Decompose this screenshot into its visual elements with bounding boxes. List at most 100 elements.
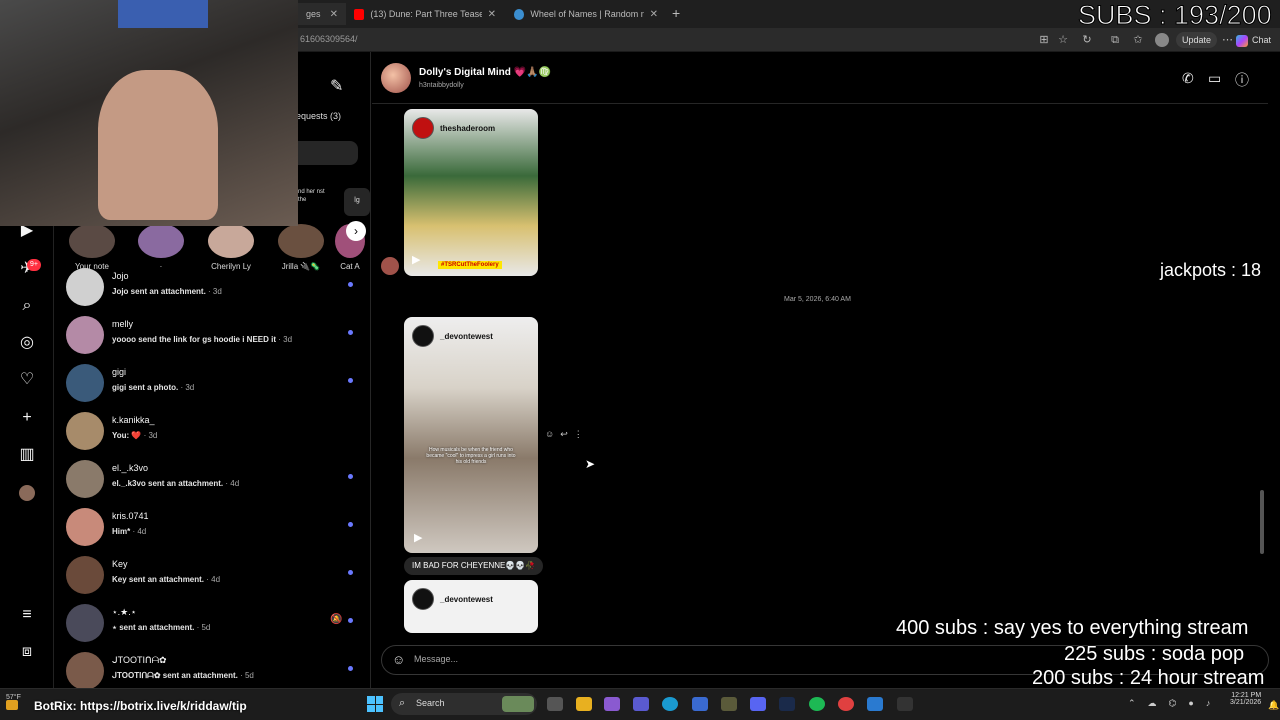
app-icon[interactable] bbox=[838, 697, 854, 711]
play-icon: ▶ bbox=[414, 532, 423, 544]
avatar[interactable] bbox=[381, 63, 411, 93]
steam-icon[interactable] bbox=[779, 697, 795, 711]
file-explorer-icon[interactable] bbox=[576, 697, 592, 711]
sub-goal: 400 subs : say yes to everything stream bbox=[896, 617, 1249, 639]
copilot-chat-button[interactable]: Chat bbox=[1236, 32, 1271, 48]
webcam-overlay bbox=[0, 0, 298, 226]
messages-badge: 9+ bbox=[27, 259, 41, 271]
info-icon[interactable]: ⓘ bbox=[1235, 70, 1249, 90]
shared-post[interactable]: _devontewest bbox=[404, 580, 538, 633]
app-icon[interactable] bbox=[897, 697, 913, 711]
chevron-right-icon[interactable]: › bbox=[346, 221, 366, 241]
conversation-item[interactable]: melly yoooo send the link for gs hoodie i… bbox=[66, 316, 366, 356]
network-icon[interactable]: ⌬ bbox=[1169, 698, 1189, 708]
weather-temp[interactable]: 57°F bbox=[6, 694, 21, 701]
tab-instagram[interactable]: ges ✕ bbox=[298, 3, 346, 25]
thread-header bbox=[372, 52, 1268, 104]
menu-icon[interactable]: ≡ bbox=[15, 603, 39, 627]
chevron-up-icon[interactable]: ⌃ bbox=[1128, 698, 1148, 708]
tab-wheel-of-names[interactable]: Wheel of Names | Random name ✕ bbox=[506, 3, 666, 25]
conversation-name: melly bbox=[112, 319, 134, 329]
note-item[interactable]: · bbox=[133, 224, 189, 271]
url-field[interactable]: 61606309564/ bbox=[300, 34, 358, 44]
also-from-meta-icon[interactable]: ⧈ bbox=[15, 640, 39, 664]
refresh-icon[interactable]: ↻ bbox=[1080, 33, 1094, 47]
cloud-icon[interactable]: ☁ bbox=[1148, 698, 1169, 708]
note-item[interactable]: Cherilyn Ly bbox=[203, 224, 259, 271]
shared-post[interactable]: _devontewest How musicals be when the fr… bbox=[404, 317, 538, 553]
close-icon[interactable]: ✕ bbox=[650, 9, 658, 20]
system-tray[interactable]: ⌃☁⌬●♪ bbox=[1128, 698, 1222, 709]
conversation-item[interactable]: ᒍTOOTIᑎᗩ✿ ᒍTOOTIᑎᗩ✿ sent an attachment. ·… bbox=[66, 652, 366, 692]
conversation-item[interactable]: kris.0741 Him* · 4d bbox=[66, 508, 366, 548]
tab-label: ges bbox=[306, 9, 321, 19]
taskbar-search-label: Search bbox=[416, 698, 445, 708]
task-view-icon[interactable] bbox=[547, 697, 563, 711]
conversation-item[interactable]: Key Key sent an attachment. · 4d bbox=[66, 556, 366, 596]
avatar bbox=[412, 117, 434, 139]
wheel-icon bbox=[514, 8, 525, 20]
compose-icon[interactable]: ✎ bbox=[330, 76, 343, 96]
more-icon[interactable]: ⋯ bbox=[1222, 33, 1233, 46]
spotify-icon[interactable] bbox=[809, 697, 825, 711]
windows-start-icon[interactable] bbox=[367, 696, 383, 712]
avatar bbox=[66, 652, 104, 690]
conversation-item[interactable]: gigi gigi sent a photo. · 3d bbox=[66, 364, 366, 404]
volume-icon[interactable]: ♪ bbox=[1206, 698, 1223, 708]
favorites-icon[interactable]: ✩ bbox=[1131, 33, 1145, 47]
message-bubble[interactable]: IM BAD FOR CHEYENNE💀💀🥀 bbox=[404, 557, 544, 575]
message-input[interactable]: Message... bbox=[414, 654, 458, 664]
new-tab-icon[interactable]: + bbox=[672, 5, 680, 21]
apps-icon[interactable]: ⊞ bbox=[1037, 33, 1051, 47]
close-icon[interactable]: ✕ bbox=[488, 9, 496, 20]
profile-avatar[interactable] bbox=[1155, 33, 1169, 47]
conversation-item[interactable]: el._.k3vo el._.k3vo sent an attachment. ·… bbox=[66, 460, 366, 500]
emoji-icon[interactable]: ☺ bbox=[545, 429, 560, 439]
note-item[interactable]: Your note bbox=[64, 224, 120, 271]
tab-youtube[interactable]: (13) Dune: Part Three Teaser Traile ✕ bbox=[346, 3, 504, 25]
search-icon: ⌕ bbox=[399, 697, 406, 709]
more-icon[interactable]: ⋮ bbox=[574, 429, 589, 439]
conversation-name: Jojo bbox=[112, 271, 129, 281]
profile-avatar[interactable] bbox=[19, 485, 35, 501]
conversation-name: gigi bbox=[112, 367, 127, 377]
app-icon[interactable] bbox=[867, 697, 883, 711]
taskbar-clock[interactable]: 12:21 PM 3/21/2026 bbox=[1230, 692, 1261, 706]
shared-post[interactable]: theshaderoom #TSRCutTheFoolery ▶ bbox=[404, 109, 538, 276]
avatar bbox=[138, 224, 184, 258]
conversation-item[interactable]: ⋆.★.⋆ ⋆ sent an attachment. · 5d 🔕 bbox=[66, 604, 366, 644]
explore-icon[interactable]: ◎ bbox=[15, 331, 39, 355]
notification-bell-icon[interactable]: 🔔 bbox=[1268, 700, 1279, 711]
notifications-icon[interactable]: ♡ bbox=[15, 368, 39, 392]
conversation-item[interactable]: k.kanikka_ You: ❤️ · 3d bbox=[66, 412, 366, 452]
update-button[interactable]: Update bbox=[1176, 32, 1218, 48]
teams-icon[interactable] bbox=[633, 697, 649, 711]
phone-icon[interactable]: ✆ bbox=[1182, 70, 1194, 87]
store-icon[interactable] bbox=[692, 697, 708, 711]
conversation-item[interactable]: Jojo Jojo sent an attachment. · 3d bbox=[66, 268, 366, 308]
dashboard-icon[interactable]: ▥ bbox=[15, 443, 39, 467]
close-icon[interactable]: ✕ bbox=[330, 9, 338, 20]
requests-link[interactable]: equests (3) bbox=[296, 111, 341, 121]
sub-goal: 200 subs : 24 hour stream bbox=[1032, 667, 1265, 689]
thread-username: h3ntaibbydolly bbox=[419, 82, 464, 89]
scrollbar[interactable] bbox=[1260, 490, 1264, 554]
star-icon[interactable]: ☆ bbox=[1056, 33, 1070, 47]
search-icon[interactable]: ⌕ bbox=[15, 294, 39, 318]
note-item[interactable]: Jrilla 🔌🦠 bbox=[273, 224, 329, 271]
edge-icon[interactable] bbox=[662, 697, 678, 711]
split-screen-icon[interactable]: ⧉ bbox=[1108, 33, 1122, 47]
app-icon[interactable] bbox=[604, 697, 620, 711]
mouse-cursor-icon: ➤ bbox=[585, 457, 596, 471]
create-icon[interactable]: + bbox=[15, 406, 39, 430]
video-call-icon[interactable]: ▭ bbox=[1208, 70, 1221, 87]
play-icon: ▶ bbox=[412, 254, 421, 266]
thread-name[interactable]: Dolly's Digital Mind 💗🙏🏽♍ bbox=[419, 67, 551, 78]
discord-icon[interactable] bbox=[750, 697, 766, 711]
conversation-preview: Him* · 4d bbox=[112, 527, 147, 536]
app-icon[interactable] bbox=[721, 697, 737, 711]
mic-icon[interactable]: ● bbox=[1188, 698, 1205, 708]
reply-icon[interactable]: ↩ bbox=[560, 429, 574, 439]
search-input[interactable] bbox=[290, 141, 358, 165]
emoji-icon[interactable]: ☺ bbox=[392, 652, 405, 667]
